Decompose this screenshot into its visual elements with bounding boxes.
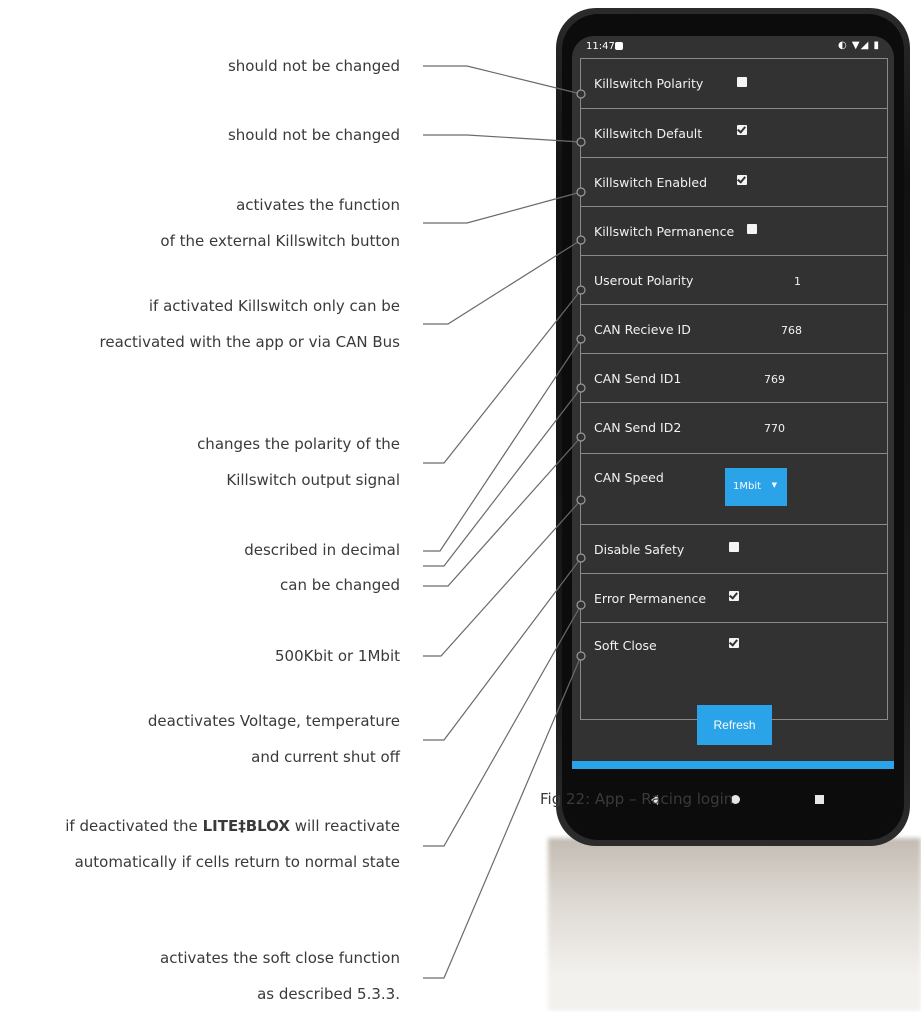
connector-line <box>423 655 582 979</box>
figure-caption: Fig 22: App – Racing login <box>540 790 734 808</box>
connector-line <box>423 239 582 325</box>
connector-line <box>423 499 582 657</box>
connector-line <box>423 604 582 847</box>
connector-dot <box>576 651 586 661</box>
connector-dot <box>576 334 586 344</box>
connector-dot <box>576 235 586 245</box>
connector-line <box>423 134 582 143</box>
connector-lines <box>423 65 586 979</box>
connector-dot <box>576 137 586 147</box>
connector-dot <box>576 89 586 99</box>
connector-dot <box>576 600 586 610</box>
connector-line <box>423 191 582 224</box>
connector-dot <box>576 383 586 393</box>
connector-dot <box>576 187 586 197</box>
connector-dot <box>576 553 586 563</box>
connector-line <box>423 65 582 95</box>
connector-line <box>423 338 582 552</box>
connector-dot <box>576 432 586 442</box>
connector-line <box>423 387 582 567</box>
connector-line <box>423 289 582 464</box>
connector-dot <box>576 285 586 295</box>
connector-dot <box>576 495 586 505</box>
